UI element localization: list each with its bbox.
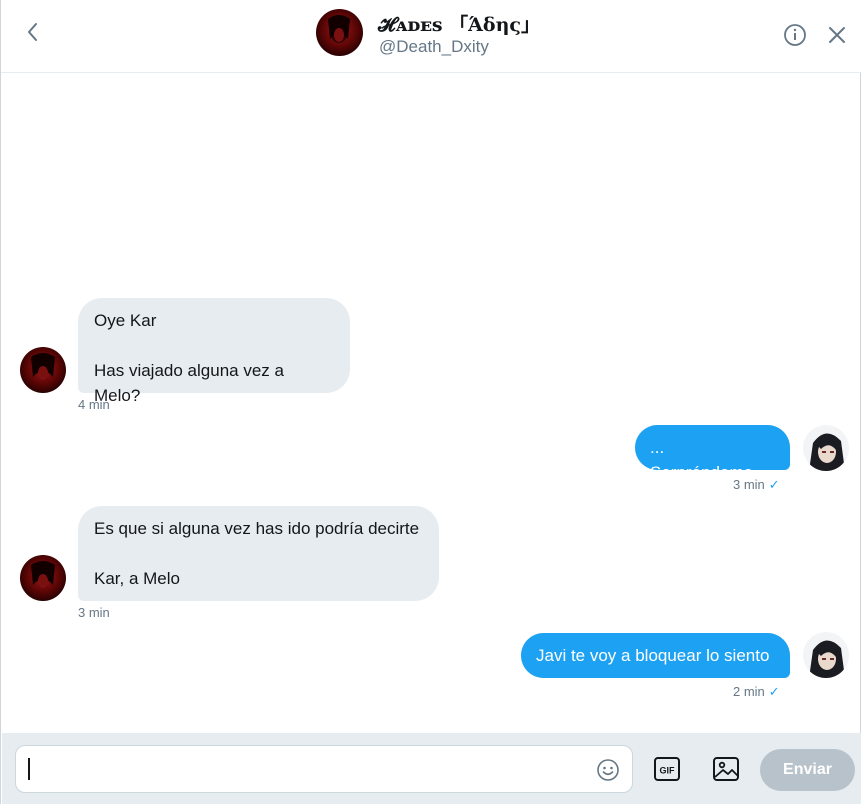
add-image-button[interactable] [712, 755, 740, 783]
image-icon [713, 757, 739, 781]
emoji-icon [597, 759, 619, 781]
info-icon [784, 24, 806, 46]
dm-conversation-window: 𝓗ᴀᴅᴇs 「Άδης」 @Death_Dxity Oye Kar Has vi… [0, 0, 861, 804]
contact-handle: @Death_Dxity [379, 37, 489, 56]
timestamp-text: 2 min [733, 684, 765, 699]
timestamp-text: 3 min [78, 605, 110, 620]
emoji-button[interactable] [596, 758, 620, 782]
message-bubble-outgoing[interactable]: Javi te voy a bloquear lo siento [521, 633, 790, 678]
back-button[interactable] [21, 20, 45, 44]
message-timestamp: 3 min ✓ [733, 477, 780, 493]
contact-avatar[interactable] [316, 9, 363, 56]
text-caret [28, 758, 30, 780]
message-timestamp: 4 min [78, 397, 110, 412]
read-check-icon: ✓ [768, 477, 780, 492]
message-bubble-outgoing[interactable]: ... Sorpréndeme. [635, 425, 790, 482]
message-bubble-incoming[interactable]: Oye Kar Has viajado alguna vez a Melo? [78, 298, 350, 405]
send-button[interactable]: Enviar [760, 749, 855, 791]
gif-button[interactable]: GIF [653, 755, 681, 783]
timestamp-text: 4 min [78, 397, 110, 412]
read-check-icon: ✓ [768, 684, 780, 699]
sender-avatar[interactable] [20, 347, 66, 393]
contact-display-name: 𝓗ᴀᴅᴇs 「Άδης」 [378, 14, 540, 36]
timestamp-text: 3 min [733, 477, 765, 492]
back-chevron-icon [28, 23, 37, 41]
close-icon [829, 27, 845, 43]
conversation-info-button[interactable] [783, 23, 807, 47]
own-avatar[interactable] [803, 632, 849, 678]
gif-icon: GIF [654, 757, 680, 781]
message-timestamp: 2 min ✓ [733, 684, 780, 700]
message-input[interactable] [15, 745, 633, 793]
svg-text:GIF: GIF [660, 766, 676, 776]
message-timestamp: 3 min [78, 605, 110, 620]
sender-avatar[interactable] [20, 555, 66, 601]
conversation-header: 𝓗ᴀᴅᴇs 「Άδης」 @Death_Dxity [1, 0, 861, 73]
own-avatar[interactable] [803, 425, 849, 471]
message-bubble-incoming[interactable]: Es que si alguna vez has ido podría deci… [78, 506, 439, 601]
close-button[interactable] [825, 23, 849, 47]
message-composer: GIF Enviar [2, 733, 861, 804]
